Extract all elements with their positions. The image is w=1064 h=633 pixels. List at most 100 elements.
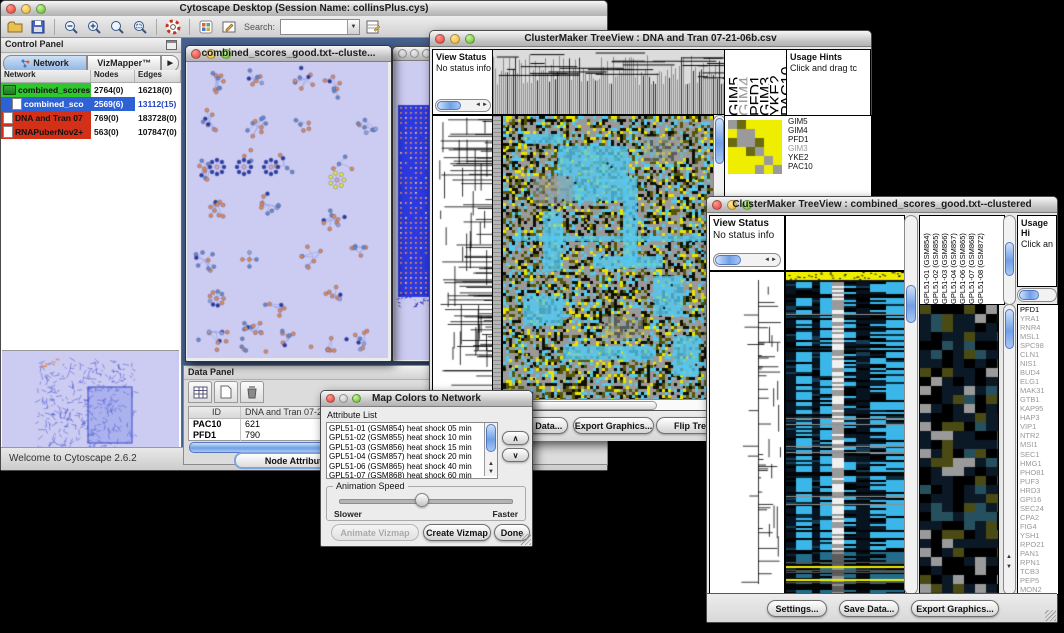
list-item[interactable]: GTB1 xyxy=(1020,395,1058,404)
network-table-header[interactable]: Network Nodes Edges xyxy=(1,70,181,83)
gene-dendrogram-canvas[interactable] xyxy=(432,115,494,401)
list-item[interactable]: GIM3 xyxy=(788,144,871,153)
list-item[interactable]: HRD3 xyxy=(1020,486,1058,495)
settings-button[interactable]: Settings... xyxy=(767,600,827,617)
list-item[interactable]: MSL1 xyxy=(1020,332,1058,341)
column-dendrogram-canvas[interactable] xyxy=(492,49,726,115)
attribute-editor-icon[interactable] xyxy=(363,18,383,36)
list-item[interactable]: YSH1 xyxy=(1020,531,1058,540)
new-attribute-icon[interactable] xyxy=(214,381,238,403)
treeview1-titlebar[interactable]: ClusterMaker TreeView : DNA and Tran 07-… xyxy=(430,31,871,47)
list-item[interactable]: BUD4 xyxy=(1020,368,1058,377)
slider-thumb[interactable] xyxy=(415,493,429,507)
heatmap-canvas[interactable] xyxy=(502,115,714,401)
resize-grip[interactable] xyxy=(520,534,531,545)
col-network[interactable]: Network xyxy=(1,70,91,82)
list-item[interactable]: CPA2 xyxy=(1020,513,1058,522)
col-id[interactable]: ID xyxy=(189,407,241,418)
help-lifering-icon[interactable] xyxy=(163,18,183,36)
main-titlebar[interactable]: Cytoscape Desktop (Session Name: collins… xyxy=(1,1,607,17)
zoom-selected-icon[interactable] xyxy=(107,18,127,36)
list-item[interactable]: NTR2 xyxy=(1020,431,1058,440)
search-dropdown-icon[interactable]: ▼ xyxy=(347,20,359,34)
network-overview-canvas[interactable] xyxy=(2,350,179,448)
list-item[interactable]: SEC1 xyxy=(1020,450,1058,459)
list-item[interactable]: GPL51-07 (GSM868) xyxy=(967,216,976,304)
col-edges[interactable]: Edges xyxy=(135,70,181,82)
list-item[interactable]: RPO21 xyxy=(1020,540,1058,549)
list-item[interactable]: GPI16 xyxy=(1020,495,1058,504)
network-graph-canvas[interactable] xyxy=(187,62,388,358)
zoom-heatmap-canvas[interactable] xyxy=(919,304,999,595)
list-item[interactable]: PUF3 xyxy=(1020,477,1058,486)
selection-matrix-canvas[interactable] xyxy=(728,120,782,174)
list-item[interactable]: PFD1 xyxy=(788,135,871,144)
gene-dendrogram-canvas[interactable] xyxy=(709,271,785,595)
minimize-button[interactable] xyxy=(410,49,419,58)
list-item[interactable]: RNR4 xyxy=(1020,323,1058,332)
dialog-titlebar[interactable]: Map Colors to Network xyxy=(321,391,532,407)
list-item[interactable]: TCB3 xyxy=(1020,567,1058,576)
resize-grip[interactable] xyxy=(1045,610,1056,621)
list-item[interactable]: VIP1 xyxy=(1020,422,1058,431)
col-nodes[interactable]: Nodes xyxy=(91,70,135,82)
tab-vizmapper[interactable]: VizMapper™ xyxy=(87,55,161,72)
column-labels-scrollbar[interactable] xyxy=(1003,215,1016,305)
move-up-button[interactable]: ∧ xyxy=(502,431,529,445)
network-table-row[interactable]: combined_scores2764(0)16218(0) xyxy=(1,83,181,97)
zoom-fit-icon[interactable] xyxy=(130,18,150,36)
column-dendrogram-area[interactable] xyxy=(785,215,905,271)
list-item[interactable]: CLN1 xyxy=(1020,350,1058,359)
export-graphics-button[interactable]: Export Graphics... xyxy=(573,417,654,434)
list-item[interactable]: GPL51-02 (GSM855) heat shock 10 min xyxy=(329,433,484,442)
open-session-icon[interactable] xyxy=(5,18,25,36)
delete-attribute-icon[interactable] xyxy=(240,381,264,403)
list-item[interactable]: GPL51-03 (GSM856) xyxy=(940,216,949,304)
list-item[interactable]: NIS1 xyxy=(1020,359,1058,368)
list-item[interactable]: PEP5 xyxy=(1020,576,1058,585)
list-item[interactable]: SPC98 xyxy=(1020,341,1058,350)
list-item[interactable]: GPL51-01 (GSM854) xyxy=(922,216,931,304)
list-item[interactable]: GPL51-03 (GSM856) heat shock 15 min xyxy=(329,443,484,452)
list-item[interactable]: GPL51-04 (GSM857) heat shock 20 min xyxy=(329,452,484,461)
list-item[interactable]: SEC24 xyxy=(1020,504,1058,513)
move-down-button[interactable]: ∨ xyxy=(502,448,529,462)
zoom-out-icon[interactable] xyxy=(61,18,81,36)
tab-network[interactable]: Network xyxy=(3,55,87,72)
list-item[interactable]: HMG1 xyxy=(1020,459,1058,468)
network-table-row[interactable]: DNA and Tran 07769(0)183728(0) xyxy=(1,111,181,125)
list-item[interactable]: GPL51-04 (GSM857) xyxy=(949,216,958,304)
heatmap-vscrollbar[interactable] xyxy=(904,215,918,595)
list-item[interactable]: GPL51-01 (GSM854) heat shock 05 min xyxy=(329,424,484,433)
list-item[interactable]: GPL51-02 (GSM855) xyxy=(931,216,940,304)
list-item[interactable]: MSI1 xyxy=(1020,440,1058,449)
create-vizmap-button[interactable]: Create Vizmap xyxy=(423,524,491,541)
table-mode-icon[interactable] xyxy=(188,381,212,403)
usage-hints-scrollbar[interactable] xyxy=(1017,288,1057,302)
list-item[interactable]: ELG1 xyxy=(1020,377,1058,386)
list-item[interactable]: YRA1 xyxy=(1020,314,1058,323)
list-item[interactable]: YKE2 xyxy=(768,50,778,116)
vizmapper-icon[interactable] xyxy=(196,18,216,36)
attribute-list-scrollbar[interactable]: ▲▼ xyxy=(484,423,497,476)
annotation-icon[interactable] xyxy=(219,18,239,36)
gene-list-scrollbar[interactable]: ▲▼ xyxy=(1003,304,1016,595)
save-session-icon[interactable] xyxy=(28,18,48,36)
list-item[interactable]: GIM5 xyxy=(788,117,871,126)
close-button[interactable] xyxy=(398,49,407,58)
list-item[interactable]: PAN1 xyxy=(1020,549,1058,558)
network-table-row[interactable]: RNAPuberNov2+563(0)107847(0) xyxy=(1,125,181,139)
list-item[interactable]: FIG4 xyxy=(1020,522,1058,531)
network-view-titlebar[interactable]: combined_scores_good.txt--cluste... xyxy=(186,46,391,62)
list-item[interactable]: RPN1 xyxy=(1020,558,1058,567)
tab-more-button[interactable]: ▶ xyxy=(161,55,179,72)
list-item[interactable]: GPL51-06 (GSM865) xyxy=(958,216,967,304)
list-item[interactable]: MAK31 xyxy=(1020,386,1058,395)
export-graphics-button[interactable]: Export Graphics... xyxy=(911,600,999,617)
list-item[interactable]: PAC10 xyxy=(788,162,871,171)
list-item[interactable]: GIM3 xyxy=(758,50,768,116)
list-item[interactable]: PFD1 xyxy=(748,50,758,116)
search-input[interactable] xyxy=(281,21,347,33)
save-data-button[interactable]: Save Data... xyxy=(839,600,899,617)
treeview2-titlebar[interactable]: ClusterMaker TreeView : combined_scores_… xyxy=(707,197,1057,213)
